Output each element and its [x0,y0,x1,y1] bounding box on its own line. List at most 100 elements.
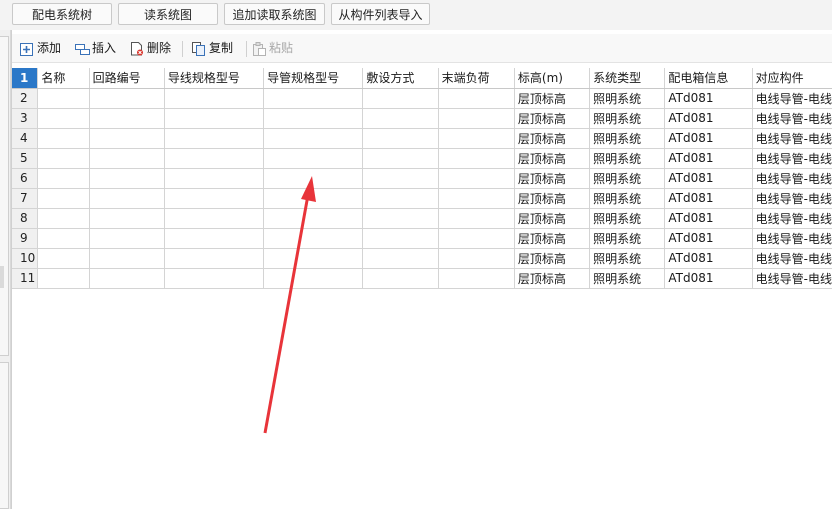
table-cell[interactable]: 照明系统 [589,248,666,269]
table-cell[interactable] [362,128,439,149]
distribution-system-tree-button[interactable]: 配电系统树 [12,3,112,25]
table-cell[interactable] [89,108,165,129]
table-cell[interactable]: 电线导管-电线 [752,248,832,269]
table-cell[interactable]: 照明系统 [589,188,666,209]
table-cell[interactable] [263,208,364,229]
column-header[interactable]: 配电箱信息 [664,68,753,89]
table-cell[interactable] [362,248,439,269]
table-cell[interactable]: 电线导管-电线 [752,168,832,189]
table-cell[interactable] [164,228,265,249]
row-number[interactable]: 5 [12,148,39,169]
table-cell[interactable]: ATd081 [664,168,753,189]
table-cell[interactable] [362,88,439,109]
table-cell[interactable] [89,228,165,249]
table-cell[interactable] [89,128,165,149]
table-cell[interactable] [263,108,364,129]
table-cell[interactable]: 层顶标高 [514,168,591,189]
table-cell[interactable] [438,88,515,109]
column-header[interactable]: 名称 [37,68,90,89]
table-cell[interactable]: ATd081 [664,228,753,249]
table-cell[interactable]: 照明系统 [589,128,666,149]
append-read-system-diagram-button[interactable]: 追加读取系统图 [224,3,325,25]
table-cell[interactable] [438,128,515,149]
table-cell[interactable]: 照明系统 [589,208,666,229]
column-header[interactable]: 回路编号 [89,68,165,89]
table-cell[interactable] [37,168,90,189]
table-cell[interactable] [164,208,265,229]
table-cell[interactable] [362,168,439,189]
table-cell[interactable]: ATd081 [664,148,753,169]
row-number[interactable]: 1 [12,68,39,89]
column-header[interactable]: 标高(m) [514,68,591,89]
table-cell[interactable]: 电线导管-电线 [752,208,832,229]
copy-button[interactable]: 复制 [192,38,233,58]
column-header[interactable]: 导线规格型号 [164,68,265,89]
table-cell[interactable] [89,248,165,269]
paste-button[interactable]: 粘贴 [252,38,293,58]
table-cell[interactable] [362,268,439,289]
table-cell[interactable] [438,148,515,169]
table-cell[interactable] [263,228,364,249]
table-cell[interactable] [164,148,265,169]
table-cell[interactable]: 电线导管-电线 [752,148,832,169]
table-cell[interactable] [438,188,515,209]
column-header[interactable]: 末端负荷 [438,68,515,89]
import-from-component-list-button[interactable]: 从构件列表导入 [331,3,430,25]
row-number[interactable]: 2 [12,88,39,109]
table-cell[interactable] [438,248,515,269]
table-cell[interactable]: 层顶标高 [514,228,591,249]
table-cell[interactable]: 电线导管-电线 [752,108,832,129]
table-cell[interactable]: ATd081 [664,248,753,269]
table-cell[interactable] [164,128,265,149]
table-cell[interactable] [37,268,90,289]
table-cell[interactable]: 电线导管-电线 [752,128,832,149]
table-cell[interactable] [89,148,165,169]
table-row[interactable]: 3 层顶标高 照明系统 ATd081 电线导管-电线 [12,108,832,129]
table-cell[interactable]: ATd081 [664,268,753,289]
row-number[interactable]: 7 [12,188,39,209]
table-cell[interactable]: 电线导管-电线 [752,88,832,109]
table-cell[interactable] [263,128,364,149]
table-cell[interactable]: ATd081 [664,208,753,229]
table-cell[interactable]: 层顶标高 [514,128,591,149]
row-number[interactable]: 4 [12,128,39,149]
table-row[interactable]: 6 层顶标高 照明系统 ATd081 电线导管-电线 [12,168,832,189]
row-number[interactable]: 10 [12,248,39,269]
table-cell[interactable]: ATd081 [664,108,753,129]
table-cell[interactable] [438,168,515,189]
table-cell[interactable]: 照明系统 [589,108,666,129]
table-cell[interactable]: 层顶标高 [514,148,591,169]
table-cell[interactable]: 照明系统 [589,88,666,109]
table-cell[interactable] [37,88,90,109]
table-cell[interactable]: 照明系统 [589,228,666,249]
table-cell[interactable] [438,268,515,289]
table-cell[interactable] [263,148,364,169]
read-system-diagram-button[interactable]: 读系统图 [118,3,218,25]
table-cell[interactable] [89,168,165,189]
column-header[interactable]: 对应构件 [752,68,832,89]
table-cell[interactable]: 层顶标高 [514,88,591,109]
table-row[interactable]: 8 层顶标高 照明系统 ATd081 电线导管-电线 [12,208,832,229]
table-cell[interactable]: 照明系统 [589,148,666,169]
row-number[interactable]: 8 [12,208,39,229]
table-cell[interactable]: 层顶标高 [514,108,591,129]
table-cell[interactable] [164,188,265,209]
table-cell[interactable]: ATd081 [664,88,753,109]
table-cell[interactable] [164,108,265,129]
table-row[interactable]: 4 层顶标高 照明系统 ATd081 电线导管-电线 [12,128,832,149]
row-number[interactable]: 11 [12,268,39,289]
table-cell[interactable] [438,208,515,229]
table-cell[interactable] [263,168,364,189]
table-cell[interactable] [37,188,90,209]
table-cell[interactable]: 层顶标高 [514,208,591,229]
table-cell[interactable] [164,248,265,269]
table-row[interactable]: 10 层顶标高 照明系统 ATd081 电线导管-电线 [12,248,832,269]
table-cell[interactable] [89,88,165,109]
table-cell[interactable]: 层顶标高 [514,248,591,269]
table-cell[interactable] [263,188,364,209]
table-cell[interactable] [37,128,90,149]
table-row[interactable]: 11 层顶标高 照明系统 ATd081 电线导管-电线 [12,268,832,289]
table-cell[interactable]: 电线导管-电线 [752,188,832,209]
table-cell[interactable]: 照明系统 [589,268,666,289]
table-cell[interactable] [89,268,165,289]
